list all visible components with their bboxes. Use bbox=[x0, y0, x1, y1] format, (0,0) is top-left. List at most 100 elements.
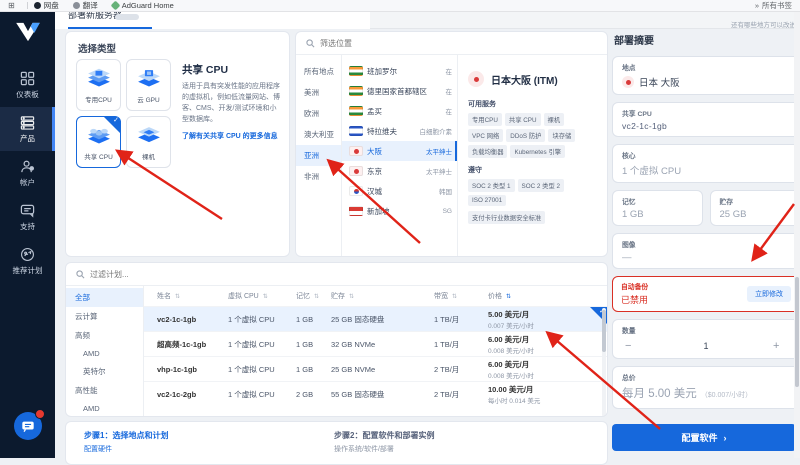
city-name: 东京 bbox=[367, 166, 382, 177]
type-card-dedicated-cpu[interactable]: 专用CPU bbox=[76, 59, 121, 111]
enable-backup-button[interactable]: 立即修改 bbox=[747, 286, 791, 302]
support-chat-button[interactable] bbox=[14, 412, 42, 440]
plan-row-vc2-1c-1gb[interactable]: vc2-1c-1gb 1 个虚拟 CPU 1 GB 25 GB 固态硬盘 1 T… bbox=[144, 306, 607, 331]
type-card-bare-metal[interactable]: 裸机 bbox=[126, 116, 171, 168]
shared-cpu-info: 共享 CPU 适用于具有突发性能的应用程序的虚拟机，例如低流量网站、博客、CMS… bbox=[182, 62, 282, 141]
plan-row-vhp-1c-1gb[interactable]: vhp-1c-1gb 1 个虚拟 CPU 1 GB 25 GB NVMe 2 T… bbox=[144, 356, 607, 381]
city-tag: 韩国 bbox=[439, 186, 452, 196]
city-item-telaviv[interactable]: 特拉维夫 白细胞介素 bbox=[342, 121, 457, 141]
search-icon bbox=[76, 270, 85, 279]
plan-search-input[interactable] bbox=[90, 270, 597, 279]
summary-plan-value: vc2-1c-1gb bbox=[622, 121, 790, 131]
configure-software-button[interactable]: 配置软件 › bbox=[612, 424, 796, 451]
plan-search[interactable] bbox=[66, 263, 607, 286]
compliance-tag: ISO 27001 bbox=[468, 195, 506, 206]
step-1[interactable]: 步骤1：选择地点和计划 配置硬件 bbox=[84, 430, 334, 464]
dedicated-cpu-icon bbox=[84, 67, 114, 91]
plan-filter-all[interactable]: 全部 bbox=[66, 288, 143, 307]
column-header-price[interactable]: 价格 ⇅ bbox=[488, 291, 599, 301]
city-name: 大阪 bbox=[367, 146, 382, 157]
flag-japan-icon bbox=[349, 166, 363, 176]
shared-cpu-description: 适用于具有突发性能的应用程序的虚拟机，例如低流量网站、博客、CMS、开发/测试环… bbox=[182, 82, 282, 125]
step-2[interactable]: 步骤2：配置软件和部署实例 操作系统/软件/部署 bbox=[334, 430, 584, 464]
all-bookmarks-button[interactable]: » 所有书签 bbox=[755, 0, 792, 11]
plan-filter-amd[interactable]: AMD bbox=[66, 345, 143, 362]
city-item-bangalore[interactable]: 班加罗尔 在 bbox=[342, 61, 457, 81]
tab-deploy-server[interactable]: 部署新服务器 bbox=[55, 12, 370, 29]
summary-plan-card: 共享 CPU vc2-1c-1gb bbox=[612, 102, 800, 137]
bookmark-label: 翻译 bbox=[83, 0, 98, 11]
region-item-africa[interactable]: 非洲 bbox=[296, 166, 341, 187]
plan-filter-high-performance[interactable]: 高性能 bbox=[66, 381, 143, 400]
sidebar-item-referral[interactable]: 推荐计划 bbox=[0, 239, 55, 283]
plan-row-vhf-1c-1gb[interactable]: 超高频-1c-1gb 1 个虚拟 CPU 1 GB 32 GB NVMe 1 T… bbox=[144, 331, 607, 356]
column-header-name[interactable]: 姓名 ⇅ bbox=[144, 291, 228, 301]
region-item-all[interactable]: 所有地点 bbox=[296, 61, 341, 82]
region-item-europe[interactable]: 欧洲 bbox=[296, 103, 341, 124]
plan-table-header: 姓名 ⇅ 虚拟 CPU ⇅ 记忆 ⇅ 贮存 ⇅ 带宽 ⇅ 价格 ⇅ bbox=[144, 286, 607, 306]
plan-filter-list: 全部 云计算 高频 AMD 英特尔 高性能 AMD bbox=[66, 286, 144, 416]
total-price-value: 每月 5.00 美元 bbox=[622, 385, 697, 401]
bookmark-item[interactable]: AdGuard Home bbox=[112, 1, 174, 10]
city-name: 特拉维夫 bbox=[367, 126, 397, 137]
sidebar-item-products[interactable]: 产品 bbox=[0, 107, 55, 151]
city-item-seoul[interactable]: 汉城 韩国 bbox=[342, 181, 457, 201]
type-card-shared-cpu[interactable]: 共享 CPU bbox=[76, 116, 121, 168]
city-item-delhi[interactable]: 德里国家首都辖区 在 bbox=[342, 81, 457, 101]
summary-memory-value: 1 GB bbox=[622, 209, 693, 220]
site-favicon bbox=[34, 2, 41, 9]
city-tag: 在 bbox=[446, 106, 453, 116]
city-tag: 太平绅士 bbox=[426, 166, 452, 176]
site-favicon bbox=[73, 2, 80, 9]
summary-storage-value: 25 GB bbox=[720, 209, 791, 220]
sidebar-item-dashboard[interactable]: 仪表板 bbox=[0, 63, 55, 107]
region-item-asia[interactable]: 亚洲 bbox=[296, 145, 341, 166]
column-header-storage[interactable]: 贮存 ⇅ bbox=[331, 291, 434, 301]
city-item-singapore[interactable]: 新加坡 SG bbox=[342, 201, 457, 221]
type-card-cloud-gpu[interactable]: 云 GPU bbox=[126, 59, 171, 111]
quantity-increase-button[interactable]: + bbox=[773, 340, 787, 352]
region-item-americas[interactable]: 美洲 bbox=[296, 82, 341, 103]
column-header-cpu[interactable]: 虚拟 CPU ⇅ bbox=[228, 291, 296, 301]
bookmark-label: 网盘 bbox=[44, 0, 59, 11]
city-item-mumbai[interactable]: 孟买 在 bbox=[342, 101, 457, 121]
region-item-australia[interactable]: 澳大利亚 bbox=[296, 124, 341, 145]
plan-filter-intel[interactable]: 英特尔 bbox=[66, 362, 143, 381]
referral-icon bbox=[20, 247, 35, 262]
plan-filter-amd-2[interactable]: AMD bbox=[66, 400, 143, 417]
city-item-osaka[interactable]: 大阪 太平绅士 bbox=[342, 141, 457, 161]
plan-filter-cloud-compute[interactable]: 云计算 bbox=[66, 307, 143, 326]
sidebar-item-label: 仪表板 bbox=[16, 89, 39, 100]
active-tab-indicator bbox=[68, 27, 152, 29]
column-header-memory[interactable]: 记忆 ⇅ bbox=[296, 291, 331, 301]
shared-cpu-learn-more-link[interactable]: 了解有关共享 CPU 的更多信息 bbox=[182, 131, 282, 141]
summary-cores-value: 1 个虚拟 CPU bbox=[622, 163, 790, 177]
selected-location-name: 日本大阪 (ITM) bbox=[491, 72, 558, 87]
quantity-card: 数量 − 1 + bbox=[612, 319, 800, 359]
table-scrollbar[interactable] bbox=[602, 308, 606, 417]
city-tag: SG bbox=[443, 208, 452, 215]
service-tag: 共享 CPU bbox=[505, 113, 541, 126]
column-header-bandwidth[interactable]: 带宽 ⇅ bbox=[434, 291, 488, 301]
shared-cpu-title: 共享 CPU bbox=[182, 62, 282, 77]
total-price-card: 总价 每月 5.00 美元 （$0.007/小时） bbox=[612, 366, 800, 409]
sort-icon: ⇅ bbox=[175, 294, 180, 300]
city-item-tokyo[interactable]: 东京 太平绅士 bbox=[342, 161, 457, 181]
location-search-input[interactable] bbox=[320, 39, 597, 48]
available-services-label: 可用服务 bbox=[468, 99, 597, 109]
service-tag: 负载均衡器 bbox=[468, 145, 507, 158]
apps-grid-icon[interactable]: ⊞ bbox=[8, 1, 15, 10]
type-card-label: 云 GPU bbox=[137, 94, 159, 104]
page-scrollbar[interactable] bbox=[794, 12, 800, 458]
flag-israel-icon bbox=[349, 126, 363, 136]
quantity-decrease-button[interactable]: − bbox=[625, 340, 639, 352]
bookmark-item[interactable]: 翻译 bbox=[73, 0, 98, 11]
bookmark-item[interactable]: 网盘 bbox=[34, 0, 59, 11]
sidebar-item-account[interactable]: 帐户 bbox=[0, 151, 55, 195]
plan-row-vc2-1c-2gb[interactable]: vc2-1c-2gb 1 个虚拟 CPU 2 GB 55 GB 固态硬盘 2 T… bbox=[144, 381, 607, 406]
vultr-logo[interactable] bbox=[15, 22, 41, 47]
chat-bubble-icon bbox=[21, 419, 35, 433]
sidebar-item-support[interactable]: 支持 bbox=[0, 195, 55, 239]
plan-filter-high-frequency[interactable]: 高频 bbox=[66, 326, 143, 345]
location-search[interactable] bbox=[296, 32, 607, 55]
